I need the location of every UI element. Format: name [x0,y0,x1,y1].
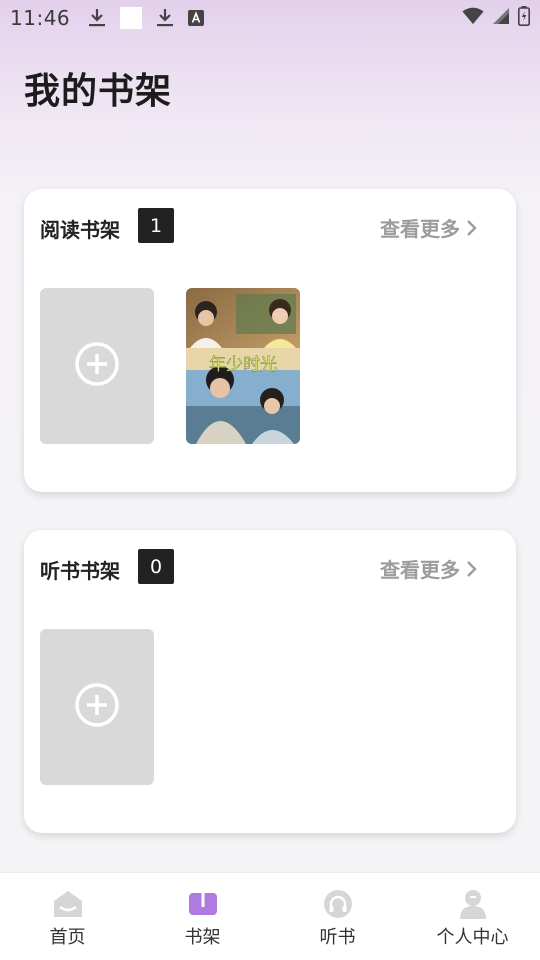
add-circle-icon [74,341,120,391]
status-bar: 11:46 [0,0,540,36]
reading-shelf-count-badge: 1 [138,208,174,243]
listening-shelf-add-button[interactable] [40,629,154,785]
bottom-nav: 首页 书架 听书 个人中心 [0,872,540,960]
person-icon [458,889,488,919]
book-icon [188,889,218,919]
book-cover[interactable]: 年少时光 [186,288,300,444]
nav-item-home[interactable]: 首页 [0,873,135,960]
listening-shelf-view-more[interactable]: 查看更多 [380,554,478,583]
page-title: 我的书架 [24,71,173,112]
reading-shelf-title: 阅读书架 [40,218,120,242]
nav-label-bookshelf: 书架 [184,927,221,948]
nav-item-bookshelf[interactable]: 书架 [135,873,270,960]
wifi-icon [462,7,484,29]
reading-shelf-card: 阅读书架 1 查看更多 年少时光 [24,189,516,492]
home-icon [53,889,83,919]
chevron-right-icon [466,560,478,578]
status-time: 11:46 [10,6,71,30]
reading-shelf-header: 阅读书架 1 查看更多 [40,208,500,244]
listening-shelf-card: 听书书架 0 查看更多 [24,530,516,833]
book-cover-art: 年少时光 [186,288,300,444]
book-cover-title: 年少时光 [209,355,277,375]
headphones-icon [323,889,353,919]
reading-shelf-view-more[interactable]: 查看更多 [380,213,478,242]
download-icon [88,8,106,28]
chevron-right-icon [466,219,478,237]
nav-label-audiobook: 听书 [319,927,356,948]
status-right-group [462,6,530,30]
nav-item-profile[interactable]: 个人中心 [405,873,540,960]
add-circle-icon [74,682,120,732]
text-a-icon [188,10,205,26]
nav-item-audiobook[interactable]: 听书 [270,873,405,960]
listening-shelf-title: 听书书架 [40,559,120,583]
listening-shelf-count-badge: 0 [138,549,174,584]
nav-label-home: 首页 [49,927,86,948]
battery-charging-icon [518,6,530,30]
listening-shelf-header: 听书书架 0 查看更多 [40,549,500,585]
view-more-label: 查看更多 [380,217,460,241]
view-more-label: 查看更多 [380,558,460,582]
nav-label-profile: 个人中心 [436,927,509,948]
white-square-icon [120,7,143,29]
reading-shelf-add-button[interactable] [40,288,154,444]
download-icon [156,8,174,28]
cellular-signal-icon [492,7,510,29]
